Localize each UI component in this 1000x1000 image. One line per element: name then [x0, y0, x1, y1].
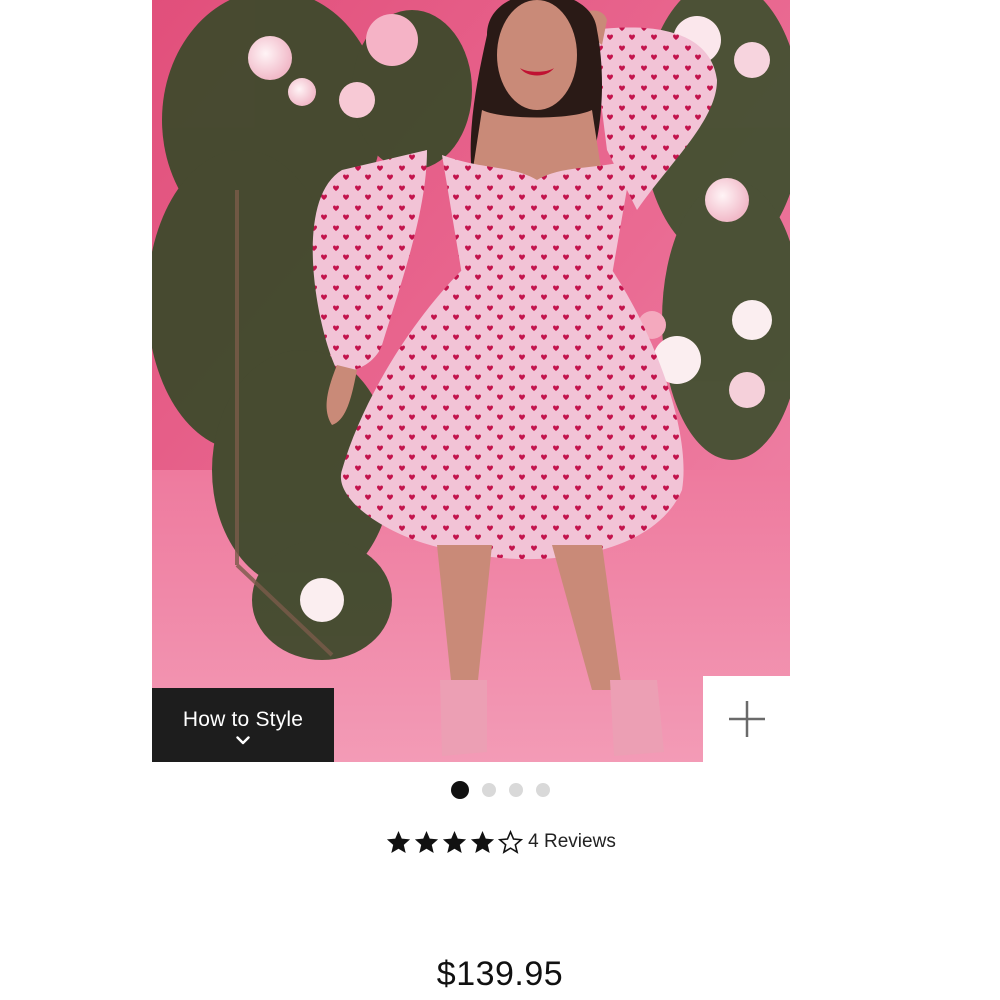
star-filled-icon [414, 830, 438, 853]
carousel-dot-2[interactable] [481, 783, 496, 797]
product-price: $139.95 [436, 955, 564, 993]
star-filled-icon [442, 830, 466, 853]
carousel-dot-3[interactable] [508, 783, 523, 797]
star-empty-icon [497, 829, 523, 854]
plus-icon [728, 701, 765, 737]
product-image[interactable] [152, 0, 790, 762]
star-rating [384, 829, 524, 856]
product-rating: 4 Reviews [0, 827, 1000, 857]
how-to-style-toggle[interactable]: How to Style [152, 688, 334, 762]
star-filled-icon [470, 830, 494, 853]
star-filled-icon [386, 830, 410, 853]
how-to-style-label: How to Style [182, 708, 304, 731]
carousel-dot-4[interactable] [535, 783, 550, 797]
reviews-link[interactable]: 4 Reviews [528, 831, 616, 853]
carousel-dots [0, 780, 1000, 800]
product-photo [152, 0, 790, 762]
chevron-down-icon [236, 736, 250, 745]
add-button[interactable] [703, 676, 790, 762]
carousel-dot-1[interactable] [450, 781, 469, 799]
